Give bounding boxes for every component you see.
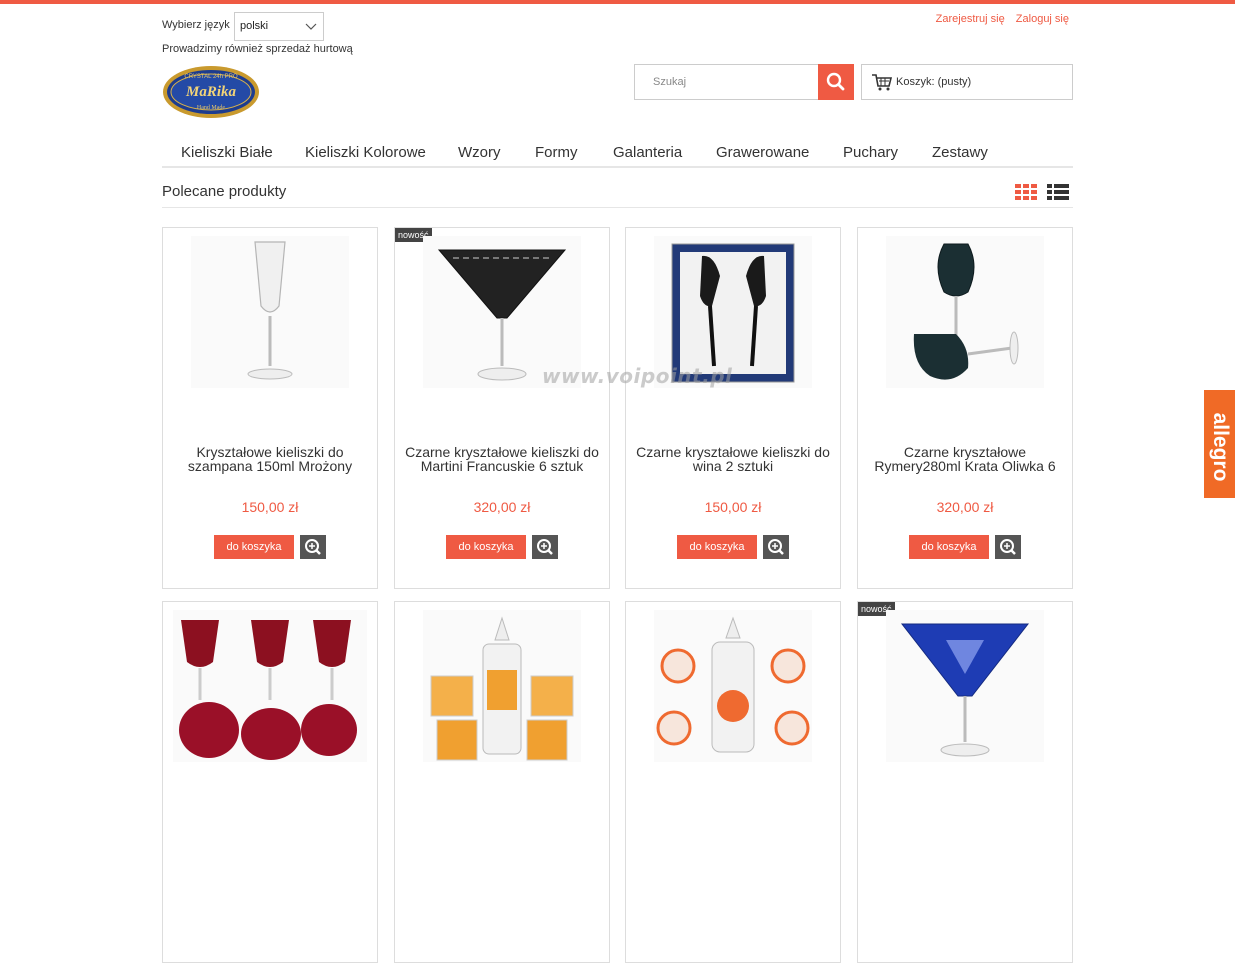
allegro-label: allegro	[1209, 412, 1232, 482]
divider	[162, 207, 1073, 208]
logo-bottom-text: Hand Made	[197, 105, 225, 111]
product-name[interactable]: Czarne kryształowe kieliszki do Martini …	[403, 445, 601, 473]
logo-main-text: MaRika	[185, 84, 237, 100]
register-link[interactable]: Zarejestruj się	[936, 13, 1005, 25]
cart-box[interactable]: Koszyk: (pusty)	[861, 64, 1073, 100]
nav-item-grawerowane[interactable]: Grawerowane	[716, 144, 809, 161]
watermark-text: www.voipoint.pl	[542, 364, 733, 388]
product-image[interactable]	[654, 610, 812, 762]
product-price: 150,00 zł	[241, 499, 299, 515]
grid-view-icon[interactable]	[1015, 184, 1037, 201]
product-image[interactable]	[191, 236, 349, 388]
language-select[interactable]: polski	[234, 12, 324, 41]
nav-item-galanteria[interactable]: Galanteria	[613, 144, 682, 161]
product-price: 320,00 zł	[936, 499, 994, 515]
language-label: Wybierz język	[162, 19, 230, 31]
product-name[interactable]: Czarne kryształowe kieliszki do wina 2 s…	[634, 445, 832, 473]
logo-top-text: CRYSTAL 24h PRO	[184, 74, 238, 80]
section-title: Polecane produkty	[162, 183, 287, 200]
product-price: 150,00 zł	[704, 499, 762, 515]
nav-item-formy[interactable]: Formy	[535, 144, 578, 161]
nav-item-puchary[interactable]: Puchary	[843, 144, 898, 161]
product-name[interactable]: Czarne kryształowe Rymery280ml Krata Oli…	[866, 445, 1064, 473]
zoom-icon	[1000, 539, 1016, 555]
add-to-cart-button[interactable]: do koszyka	[446, 535, 526, 559]
product-card[interactable]: Kryształowe kieliszki do szampana 150ml …	[162, 227, 378, 589]
language-value: polski	[240, 20, 269, 32]
wholesale-note: Prowadzimy również sprzedaż hurtową	[162, 43, 353, 55]
nav-item-zestawy[interactable]: Zestawy	[932, 144, 988, 161]
quick-view-button[interactable]	[532, 535, 558, 559]
product-image[interactable]	[423, 610, 581, 762]
product-name[interactable]: Kryształowe kieliszki do szampana 150ml …	[171, 445, 369, 473]
product-card[interactable]	[162, 601, 378, 963]
search-button[interactable]	[818, 64, 854, 100]
add-to-cart-button[interactable]: do koszyka	[909, 535, 989, 559]
zoom-icon	[537, 539, 553, 555]
allegro-side-tab[interactable]: allegro	[1204, 390, 1235, 498]
product-card[interactable]	[625, 601, 841, 963]
product-card[interactable]: nowość	[857, 601, 1073, 963]
zoom-icon	[768, 539, 784, 555]
search-placeholder: Szukaj	[653, 76, 687, 88]
product-card[interactable]: Czarne kryształowe kieliszki do wina 2 s…	[625, 227, 841, 589]
nav-item-kieliszki-kolorowe[interactable]: Kieliszki Kolorowe	[305, 144, 426, 161]
product-card[interactable]: Czarne kryształowe Rymery280ml Krata Oli…	[857, 227, 1073, 589]
product-price: 320,00 zł	[473, 499, 531, 515]
quick-view-button[interactable]	[763, 535, 789, 559]
quick-view-button[interactable]	[300, 535, 326, 559]
auth-links: Zarejestruj się Zaloguj się	[928, 13, 1069, 25]
nav-item-wzory[interactable]: Wzory	[458, 144, 501, 161]
product-image[interactable]	[886, 610, 1044, 762]
product-image[interactable]	[173, 610, 367, 762]
add-to-cart-button[interactable]: do koszyka	[214, 535, 294, 559]
main-nav: Kieliszki Białe Kieliszki Kolorowe Wzory…	[162, 138, 1073, 168]
list-view-icon[interactable]	[1047, 184, 1069, 201]
product-image[interactable]	[886, 236, 1044, 388]
login-link[interactable]: Zaloguj się	[1016, 13, 1069, 25]
cart-label: Koszyk: (pusty)	[896, 76, 972, 88]
quick-view-button[interactable]	[995, 535, 1021, 559]
search-icon	[826, 72, 845, 91]
marika-logo[interactable]: CRYSTAL 24h PRO MaRika Hand Made	[162, 64, 260, 120]
zoom-icon	[305, 539, 321, 555]
add-to-cart-button[interactable]: do koszyka	[677, 535, 757, 559]
cart-icon	[872, 74, 893, 91]
nav-item-kieliszki-biale[interactable]: Kieliszki Białe	[181, 144, 273, 161]
product-card[interactable]: nowość Czarne kryształowe kieliszki do M…	[394, 227, 610, 589]
product-card[interactable]	[394, 601, 610, 963]
